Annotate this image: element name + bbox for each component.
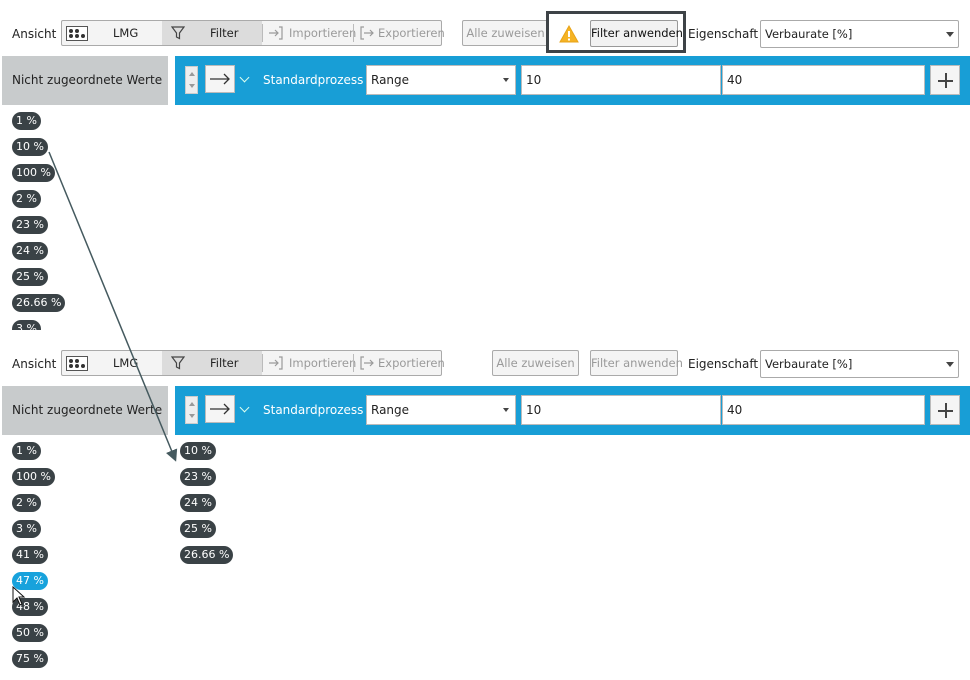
value-chip[interactable]: 24 % xyxy=(12,242,48,260)
value-chip[interactable]: 50 % xyxy=(12,624,48,642)
value-chip[interactable]: 100 % xyxy=(12,164,55,182)
assigned-value-chip[interactable]: 25 % xyxy=(180,520,216,538)
process-row: Standardprozess 1 Range 10 40 xyxy=(175,56,970,105)
range-to-input[interactable]: 40 xyxy=(722,65,925,95)
view-lmg-button[interactable]: LMG xyxy=(62,351,161,375)
ansicht-label: Ansicht xyxy=(12,357,57,371)
order-stepper[interactable] xyxy=(185,66,198,94)
range-to-input[interactable]: 40 xyxy=(722,395,925,425)
lmg-label: LMG xyxy=(113,26,139,40)
value-chip[interactable]: 3 % xyxy=(12,520,41,538)
lmg-label: LMG xyxy=(113,356,139,370)
panel-after: Ansicht LMG Filter Importieren Exportier… xyxy=(0,330,970,680)
unassigned-values-title: Nicht zugeordnete Werte xyxy=(12,403,163,417)
arrow-right-icon xyxy=(210,73,230,85)
eigenschaft-select-value: Verbaurate [%] xyxy=(765,357,853,371)
eigenschaft-select[interactable]: Verbaurate [%] xyxy=(760,20,959,48)
grid-icon xyxy=(66,26,88,41)
process-name: Standardprozess 1 xyxy=(263,73,375,87)
import-icon xyxy=(269,356,283,370)
eigenschaft-select[interactable]: Verbaurate [%] xyxy=(760,350,959,378)
unassigned-values-header: Nicht zugeordnete Werte xyxy=(2,386,168,435)
arrow-right-icon xyxy=(210,403,230,415)
range-from-value: 10 xyxy=(526,403,542,417)
ansicht-label: Ansicht xyxy=(12,27,57,41)
value-chip[interactable]: 10 % xyxy=(12,138,48,156)
range-from-value: 10 xyxy=(526,73,542,87)
value-chip[interactable]: 3 % xyxy=(12,320,41,330)
filter-icon xyxy=(171,356,185,370)
range-mode-value: Range xyxy=(371,73,410,87)
exportieren-button[interactable]: Exportieren xyxy=(355,21,445,45)
exportieren-button[interactable]: Exportieren xyxy=(355,351,445,375)
alle-zuweisen-button[interactable]: Alle zuweisen xyxy=(462,20,549,46)
chevron-down-icon xyxy=(503,408,509,412)
filter-icon xyxy=(171,26,185,40)
value-chip[interactable]: 41 % xyxy=(12,546,48,564)
range-to-value: 40 xyxy=(727,403,743,417)
grid-icon xyxy=(66,356,88,371)
assigned-value-chip[interactable]: 26.66 % xyxy=(180,546,234,564)
exportieren-label: Exportieren xyxy=(378,26,445,40)
importieren-label: Importieren xyxy=(289,26,357,40)
order-stepper[interactable] xyxy=(185,396,198,424)
chevron-down-icon[interactable] xyxy=(239,402,250,413)
eigenschaft-label: Eigenschaft xyxy=(688,27,759,41)
alle-zuweisen-button[interactable]: Alle zuweisen xyxy=(492,350,579,376)
value-chip[interactable]: 26.66 % xyxy=(12,294,66,312)
value-chip[interactable]: 25 % xyxy=(12,268,48,286)
importieren-button[interactable]: Importieren xyxy=(264,21,356,45)
value-chip[interactable]: 75 % xyxy=(12,650,48,668)
value-chip[interactable]: 1 % xyxy=(12,112,41,130)
eigenschaft-select-value: Verbaurate [%] xyxy=(765,27,853,41)
arrow-right-button[interactable] xyxy=(205,65,235,93)
unassigned-values-title: Nicht zugeordnete Werte xyxy=(12,73,163,87)
view-segmented-control: LMG Filter Importieren Exportieren xyxy=(61,20,445,46)
chevron-down-icon xyxy=(503,78,509,82)
value-chip[interactable]: 23 % xyxy=(12,216,48,234)
unassigned-values-header: Nicht zugeordnete Werte xyxy=(2,56,168,105)
range-mode-select[interactable]: Range xyxy=(366,395,516,425)
value-chip[interactable]: 100 % xyxy=(12,468,55,486)
chevron-down-icon xyxy=(946,32,954,37)
filter-label: Filter xyxy=(210,356,239,370)
arrow-right-button[interactable] xyxy=(205,395,235,423)
process-name: Standardprozess 1 xyxy=(263,403,375,417)
assigned-value-chip[interactable]: 10 % xyxy=(180,442,216,460)
filter-anwenden-button[interactable]: Filter anwenden xyxy=(590,350,683,376)
range-from-input[interactable]: 10 xyxy=(521,395,721,425)
range-mode-value: Range xyxy=(371,403,410,417)
range-to-value: 40 xyxy=(727,73,743,87)
filter-anwenden-button[interactable]: Filter anwenden xyxy=(590,20,683,47)
range-from-input[interactable]: 10 xyxy=(521,65,721,95)
value-chip[interactable]: 1 % xyxy=(12,442,41,460)
view-segmented-control: LMG Filter Importieren Exportieren xyxy=(61,350,445,376)
assigned-value-chip[interactable]: 24 % xyxy=(180,494,216,512)
chevron-down-icon[interactable] xyxy=(239,72,250,83)
importieren-button[interactable]: Importieren xyxy=(264,351,356,375)
view-filter-button[interactable]: Filter xyxy=(162,351,262,375)
import-icon xyxy=(269,26,283,40)
value-chip[interactable]: 2 % xyxy=(12,190,41,208)
view-filter-button[interactable]: Filter xyxy=(162,21,262,45)
importieren-label: Importieren xyxy=(289,356,357,370)
value-chip[interactable]: 2 % xyxy=(12,494,41,512)
export-icon xyxy=(360,356,374,370)
chevron-down-icon xyxy=(946,362,954,367)
eigenschaft-label: Eigenschaft xyxy=(688,357,759,371)
filter-label: Filter xyxy=(210,26,239,40)
process-row: Standardprozess 1 Range 10 40 xyxy=(175,386,970,435)
panel-before: Ansicht LMG Filter Importieren Exportier… xyxy=(0,0,970,330)
export-icon xyxy=(360,26,374,40)
warning-icon xyxy=(559,25,579,43)
view-lmg-button[interactable]: LMG xyxy=(62,21,161,45)
add-process-button[interactable] xyxy=(930,65,960,95)
add-process-button[interactable] xyxy=(930,395,960,425)
exportieren-label: Exportieren xyxy=(378,356,445,370)
mouse-cursor-icon xyxy=(12,586,26,606)
assigned-value-chip[interactable]: 23 % xyxy=(180,468,216,486)
range-mode-select[interactable]: Range xyxy=(366,65,516,95)
